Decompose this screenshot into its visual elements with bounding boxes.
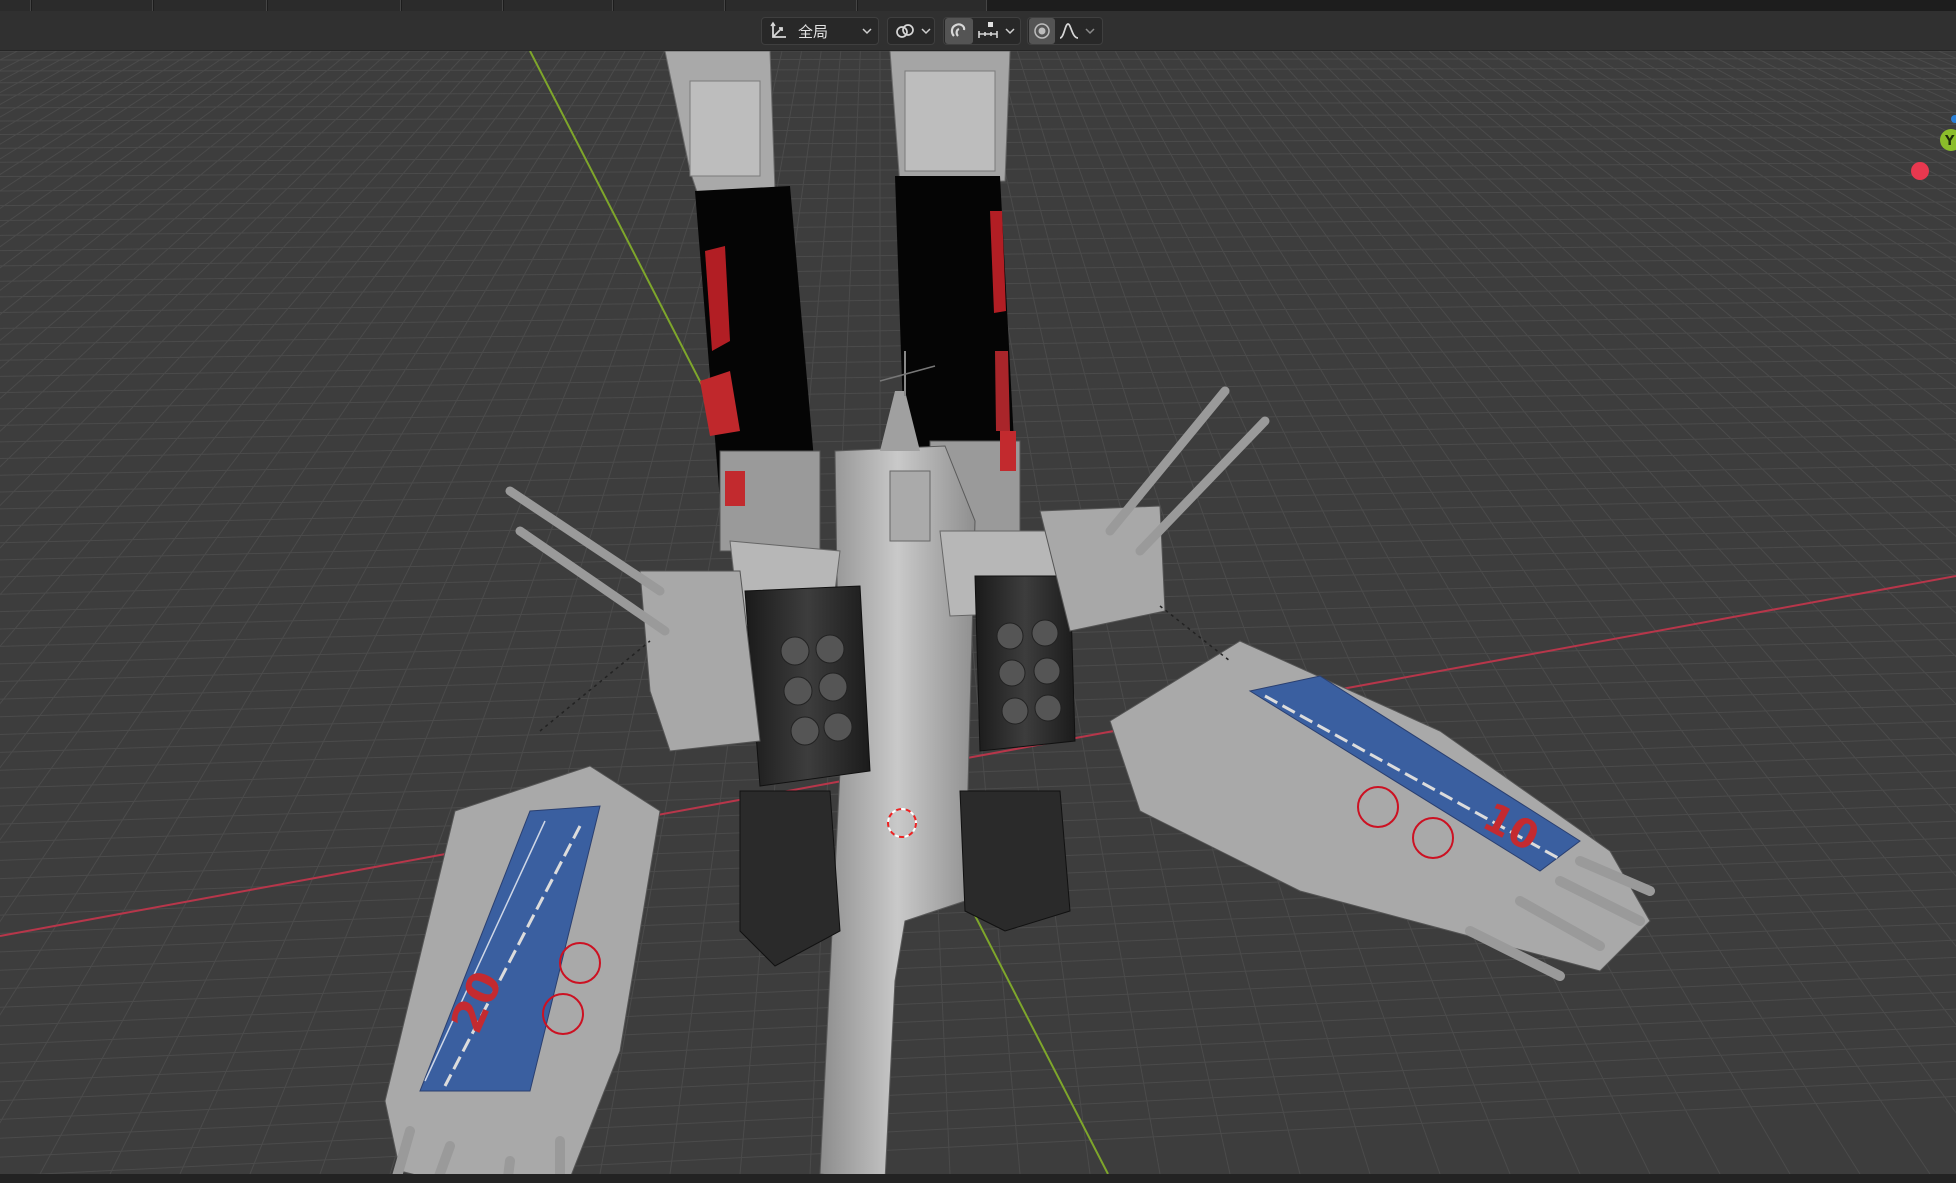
right-carrier-ship[interactable]: 10 [1109,640,1655,981]
workspace-tab[interactable] [402,0,503,11]
workspace-tabs [0,0,1956,11]
snapping-group [943,17,1021,45]
workspace-tab[interactable] [614,0,725,11]
chevron-down-icon[interactable] [1003,18,1017,44]
pivot-point-icon [891,18,919,44]
workspace-tab[interactable] [0,0,31,11]
snap-increment-icon[interactable] [973,18,1003,44]
x-axis-gizmo-dot[interactable] [1911,162,1929,180]
chevron-down-icon [860,18,874,44]
workspace-tab[interactable] [858,0,987,11]
pivot-point-dropdown[interactable] [887,17,935,45]
chevron-down-icon[interactable] [1083,18,1097,44]
transform-orientation-icon [766,18,792,44]
workspace-tab[interactable] [32,0,153,11]
workspace-tab[interactable] [268,0,401,11]
snap-magnet-icon[interactable] [945,18,973,44]
falloff-curve-icon[interactable] [1055,18,1083,44]
workspace-tab[interactable] [504,0,613,11]
workspace-tab[interactable] [154,0,267,11]
chevron-down-icon [919,18,933,44]
proportional-edit-icon[interactable] [1029,18,1055,44]
left-carrier-ship[interactable]: 20 [384,765,661,1174]
gizmo-y-label: Y [1944,134,1955,149]
transform-orientation-label: 全局 [798,22,829,41]
status-bar [0,1174,1956,1183]
proportional-editing-group [1027,17,1103,45]
viewport-header: 全局 [0,11,1956,51]
3d-viewport[interactable]: 20 10 Y [0,51,1956,1174]
transform-orientation-dropdown[interactable]: 全局 [761,17,879,45]
workspace-tab[interactable] [726,0,857,11]
blender-window: 全局 20 10 Y [0,0,1956,1183]
